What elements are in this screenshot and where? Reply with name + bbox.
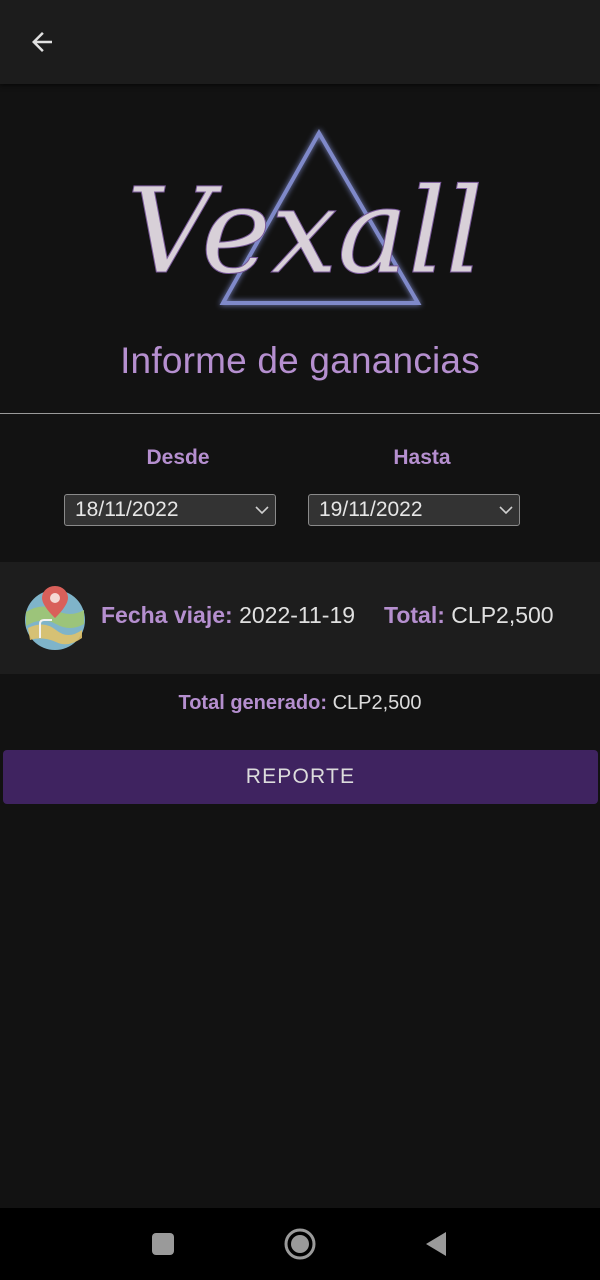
back-button[interactable] bbox=[14, 14, 70, 70]
to-label: Hasta bbox=[393, 446, 451, 469]
report-button[interactable]: REPORTE bbox=[3, 750, 598, 804]
divider bbox=[0, 413, 600, 414]
total-generated-value: CLP2,500 bbox=[332, 692, 422, 714]
trip-total-value: CLP2,500 bbox=[451, 602, 554, 628]
trip-date: Fecha viaje: 2022-11-19 bbox=[101, 602, 355, 629]
square-icon[interactable] bbox=[145, 1226, 181, 1262]
to-date-value: 19/11/2022 bbox=[319, 498, 423, 521]
total-generated: Total generado: CLP2,500 bbox=[0, 692, 600, 715]
to-date-select[interactable]: 19/11/2022 bbox=[308, 494, 520, 526]
page-title: Informe de ganancias bbox=[120, 340, 480, 381]
app-bar bbox=[0, 0, 600, 84]
map-icon bbox=[25, 586, 85, 650]
chevron-down-icon bbox=[499, 506, 513, 515]
logo-text: Vexall bbox=[127, 162, 484, 300]
chevron-down-icon bbox=[255, 506, 269, 515]
arrow-left-icon bbox=[32, 32, 52, 52]
trip-date-value: 2022-11-19 bbox=[239, 602, 356, 628]
triangle-back-icon[interactable] bbox=[420, 1226, 456, 1262]
trip-list-item[interactable]: Fecha viaje: 2022-11-19 Total: CLP2,500 bbox=[0, 562, 600, 674]
trip-total-label: Total: bbox=[384, 602, 445, 628]
trip-date-label: Fecha viaje: bbox=[101, 602, 233, 628]
from-label: Desde bbox=[146, 446, 210, 469]
trip-total: Total: CLP2,500 bbox=[384, 602, 554, 629]
from-date-value: 18/11/2022 bbox=[75, 498, 179, 521]
system-navigation-bar bbox=[0, 1208, 600, 1280]
circle-icon[interactable] bbox=[282, 1226, 318, 1262]
total-generated-label: Total generado: bbox=[178, 692, 327, 714]
earnings-report-screen: Vexall Informe de ganancias Desde Hasta … bbox=[0, 0, 600, 1280]
vexall-logo: Vexall bbox=[126, 128, 484, 305]
from-date-select[interactable]: 18/11/2022 bbox=[64, 494, 276, 526]
